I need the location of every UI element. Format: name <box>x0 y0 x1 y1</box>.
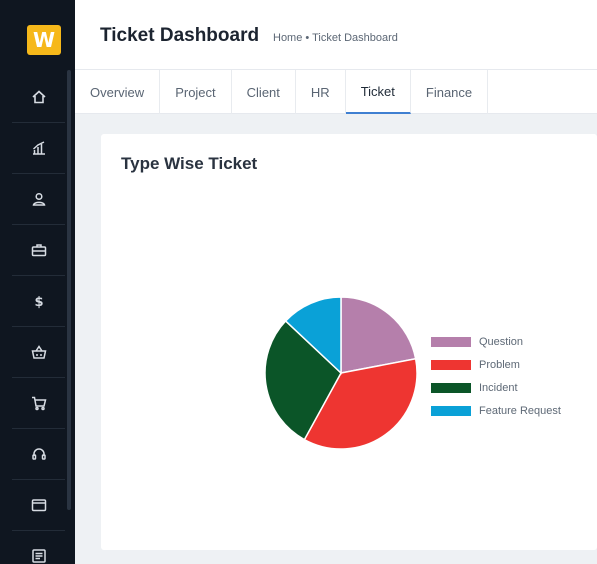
legend-swatch <box>431 336 471 347</box>
home-icon <box>31 90 46 104</box>
tab-overview[interactable]: Overview <box>75 70 161 114</box>
tab-finance[interactable]: Finance <box>411 70 489 114</box>
cart-icon <box>31 396 46 411</box>
wallet-icon <box>31 499 46 512</box>
sidebar-item-projects[interactable] <box>12 225 65 276</box>
chart-icon <box>32 141 45 155</box>
tab-client[interactable]: Client <box>232 70 296 114</box>
pie-slices <box>264 296 418 450</box>
chart-legend: Question Problem Incident Feature Request <box>431 330 561 422</box>
svg-text:$: $ <box>34 295 43 309</box>
legend-item-question[interactable]: Question <box>431 330 561 353</box>
sidebar-nav: $ <box>12 72 65 564</box>
sidebar-item-home[interactable] <box>12 72 65 123</box>
page-header: Ticket Dashboard Home • Ticket Dashboard <box>75 0 597 70</box>
sidebar-item-store[interactable] <box>12 327 65 378</box>
breadcrumb-separator: • <box>305 32 310 44</box>
sidebar-scrollbar[interactable] <box>67 70 71 510</box>
legend-item-problem[interactable]: Problem <box>431 353 561 376</box>
legend-swatch <box>431 382 471 393</box>
headset-icon <box>31 448 46 460</box>
sidebar-item-finance[interactable]: $ <box>12 276 65 327</box>
sidebar: W $ <box>0 0 75 564</box>
legend-label: Incident <box>479 381 518 394</box>
tab-hr[interactable]: HR <box>296 70 346 114</box>
sidebar-item-documents[interactable] <box>12 531 65 564</box>
legend-label: Question <box>479 335 524 348</box>
dashboard-tabs: Overview Project Client HR Ticket Financ… <box>75 70 597 114</box>
legend-item-feature-request[interactable]: Feature Request <box>431 399 561 422</box>
tab-ticket[interactable]: Ticket <box>345 70 411 114</box>
user-icon <box>32 192 45 206</box>
sidebar-item-support[interactable] <box>12 429 65 480</box>
briefcase-icon <box>31 244 46 257</box>
app-logo[interactable]: W <box>27 25 61 55</box>
legend-item-incident[interactable]: Incident <box>431 376 561 399</box>
sidebar-item-wallet[interactable] <box>12 480 65 531</box>
page-title: Ticket Dashboard <box>100 25 260 46</box>
legend-label: Problem <box>479 358 520 371</box>
tab-project[interactable]: Project <box>160 70 232 114</box>
legend-label: Feature Request <box>479 404 561 417</box>
legend-swatch <box>431 359 471 370</box>
sidebar-item-cart[interactable] <box>12 378 65 429</box>
legend-swatch <box>431 405 471 416</box>
card-title: Type Wise Ticket <box>121 154 258 173</box>
breadcrumb-home-link[interactable]: Home <box>273 32 302 44</box>
document-icon <box>31 549 46 563</box>
dollar-icon: $ <box>34 295 43 309</box>
basket-icon <box>31 345 46 359</box>
breadcrumb-current: Ticket Dashboard <box>312 32 398 44</box>
breadcrumb: Home • Ticket Dashboard <box>273 32 398 44</box>
sidebar-item-users[interactable] <box>12 174 65 225</box>
sidebar-item-chart[interactable] <box>12 123 65 174</box>
type-wise-ticket-card: Type Wise Ticket Question Problem Incident… <box>101 134 597 550</box>
